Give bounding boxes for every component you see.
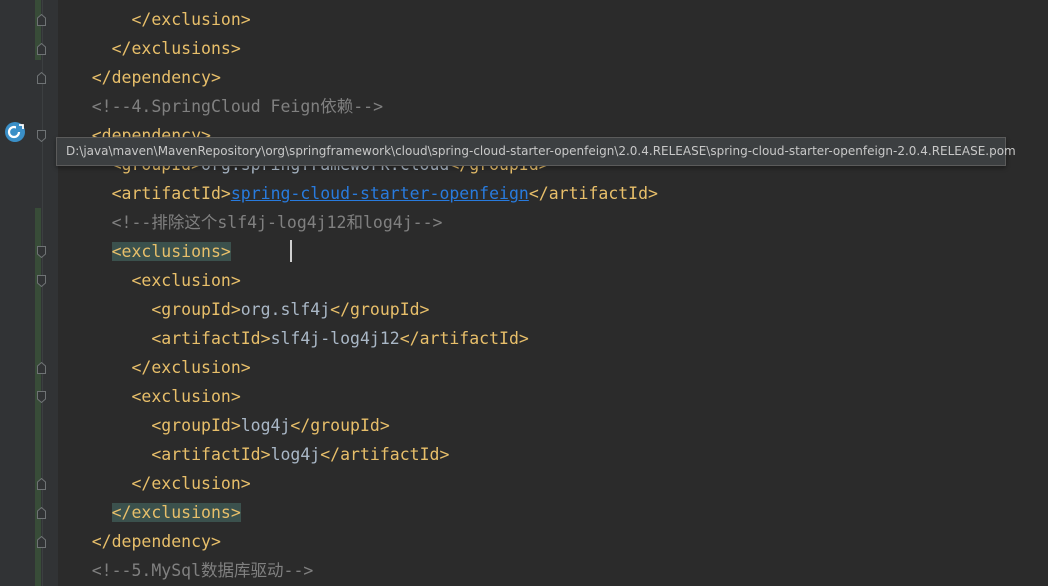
file-path-tooltip: D:\java\maven\MavenRepository\org\spring… xyxy=(56,137,1016,166)
fold-marker-icon[interactable] xyxy=(37,478,46,490)
xml-tag: </exclusions> xyxy=(111,39,241,58)
xml-tag: <groupId> xyxy=(151,416,241,435)
editor-gutter[interactable] xyxy=(0,0,58,586)
code-line[interactable]: <!--5.MySql数据库驱动--> xyxy=(52,556,314,585)
code-line[interactable]: </exclusion> xyxy=(52,5,251,34)
xml-tag: </dependency> xyxy=(91,532,221,551)
code-line[interactable]: </dependency> xyxy=(52,63,221,92)
code-editor[interactable]: </exclusion> </exclusions> </dependency>… xyxy=(0,0,1048,586)
tooltip-text: D:\java\maven\MavenRepository\org\spring… xyxy=(66,144,1016,158)
xml-value: slf4j-log4j12 xyxy=(270,329,400,348)
xml-tag: </exclusion> xyxy=(131,10,251,29)
xml-tag: <artifactId> xyxy=(111,184,231,203)
fold-marker-icon[interactable] xyxy=(37,14,46,26)
xml-tag-highlighted: <exclusions> xyxy=(111,242,231,261)
xml-tag: <exclusion> xyxy=(131,271,241,290)
gutter-separator xyxy=(42,0,43,586)
code-line[interactable]: </exclusions> xyxy=(52,34,241,63)
code-line[interactable]: </exclusions> xyxy=(52,498,241,527)
code-line[interactable]: <exclusions> xyxy=(52,237,231,266)
code-line[interactable]: <exclusion> xyxy=(52,382,241,411)
spring-bean-icon[interactable] xyxy=(4,121,26,143)
xml-value: log4j xyxy=(240,416,291,435)
xml-tag-highlighted: </exclusions> xyxy=(111,503,241,522)
xml-tag: </artifactId> xyxy=(399,329,529,348)
xml-tag: </groupId> xyxy=(290,416,390,435)
fold-marker-icon[interactable] xyxy=(37,275,46,287)
xml-tag: </exclusion> xyxy=(131,358,251,377)
fold-marker-icon[interactable] xyxy=(37,362,46,374)
code-line[interactable]: <artifactId>log4j</artifactId> xyxy=(52,440,449,469)
fold-marker-icon[interactable] xyxy=(37,391,46,403)
artifact-link[interactable]: spring-cloud-starter-openfeign xyxy=(231,184,529,203)
code-line[interactable]: </exclusion> xyxy=(52,469,251,498)
text-caret xyxy=(290,240,292,262)
xml-tag: </groupId> xyxy=(330,300,430,319)
xml-tag: <exclusion> xyxy=(131,387,241,406)
code-line[interactable]: </exclusion> xyxy=(52,353,251,382)
xml-tag: </dependency> xyxy=(91,68,221,87)
xml-tag: <groupId> xyxy=(151,300,241,319)
xml-tag: </artifactId> xyxy=(320,445,450,464)
code-line[interactable]: <!--排除这个slf4j-log4j12和log4j--> xyxy=(52,208,443,237)
code-line[interactable]: <!--4.SpringCloud Feign依赖--> xyxy=(52,92,383,121)
xml-comment: <!--5.MySql数据库驱动--> xyxy=(91,561,314,580)
xml-comment: <!--4.SpringCloud Feign依赖--> xyxy=(91,97,384,116)
xml-tag: <artifactId> xyxy=(151,329,271,348)
fold-marker-icon[interactable] xyxy=(37,507,46,519)
code-line[interactable]: <exclusion> xyxy=(52,266,241,295)
fold-marker-icon[interactable] xyxy=(37,536,46,548)
code-line[interactable]: <artifactId>spring-cloud-starter-openfei… xyxy=(52,179,658,208)
fold-marker-icon[interactable] xyxy=(37,72,46,84)
xml-value: org.slf4j xyxy=(240,300,331,319)
fold-marker-icon[interactable] xyxy=(37,246,46,258)
fold-marker-icon[interactable] xyxy=(37,43,46,55)
xml-tag: </artifactId> xyxy=(528,184,658,203)
code-line[interactable]: <artifactId>slf4j-log4j12</artifactId> xyxy=(52,324,529,353)
xml-tag: </exclusion> xyxy=(131,474,251,493)
code-line[interactable]: <groupId>log4j</groupId> xyxy=(52,411,390,440)
code-line[interactable]: </dependency> xyxy=(52,527,221,556)
xml-value: log4j xyxy=(270,445,321,464)
code-line[interactable]: <groupId>org.slf4j</groupId> xyxy=(52,295,430,324)
fold-marker-icon[interactable] xyxy=(37,130,46,142)
xml-comment: <!--排除这个slf4j-log4j12和log4j--> xyxy=(111,213,443,232)
xml-tag: <artifactId> xyxy=(151,445,271,464)
